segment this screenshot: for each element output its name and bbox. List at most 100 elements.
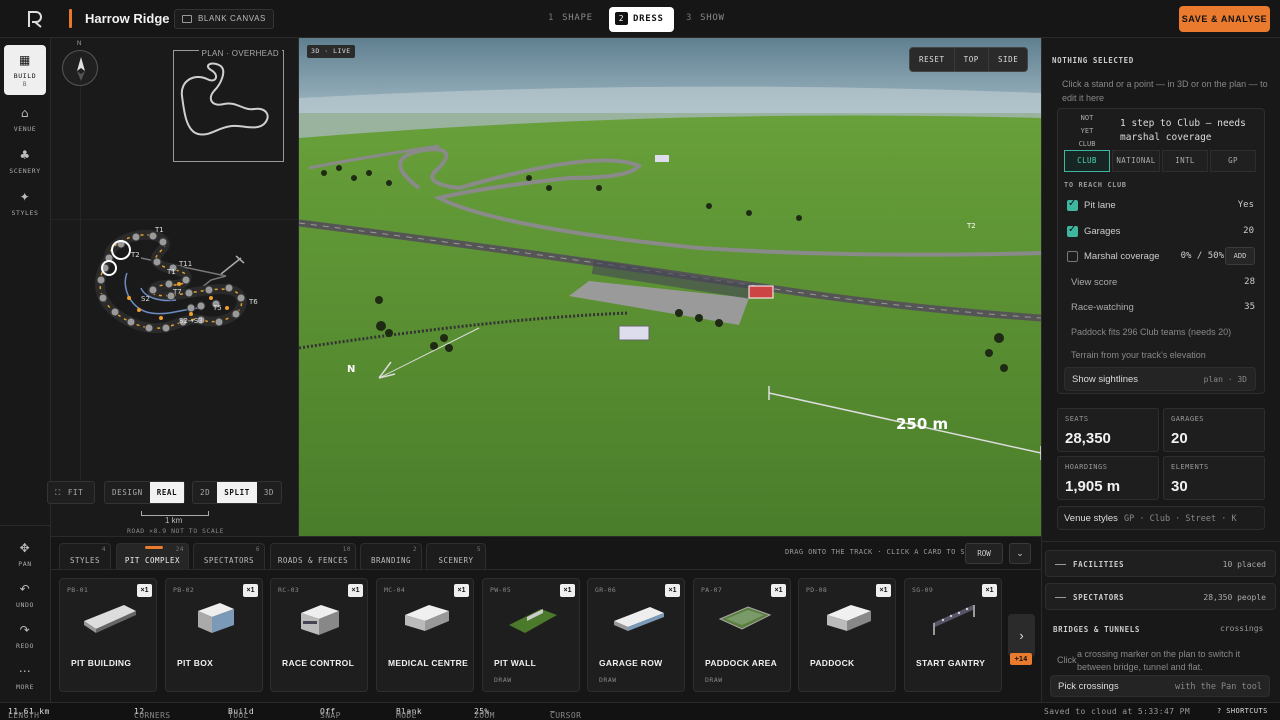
bridges-title: BRIDGES & TUNNELS xyxy=(1053,625,1140,634)
view-3d[interactable]: 3D xyxy=(257,482,281,503)
step-dress[interactable]: 2 DRESS xyxy=(609,7,674,32)
camera-top-button[interactable]: TOP xyxy=(955,48,989,71)
pit-lane-checkbox[interactable] xyxy=(1067,198,1078,211)
redo-icon: ↷ xyxy=(19,623,31,637)
turn-label: T1 xyxy=(154,226,164,234)
tab-styles[interactable]: 4 STYLES xyxy=(59,543,111,569)
start-gantry-thumb xyxy=(933,605,975,635)
card-medical-centre[interactable]: MC-04 ×1 MEDICAL CENTRE xyxy=(376,578,474,692)
sightlines-label: Show sightlines xyxy=(1072,374,1139,385)
rail-divider xyxy=(0,525,51,526)
score-race-watching: Race-watching 35 xyxy=(1071,302,1255,313)
scale-note: ROAD ×8.9 NOT TO SCALE xyxy=(127,527,225,535)
side-divider xyxy=(1041,541,1280,542)
turn-marker-3d: T2 xyxy=(966,222,976,230)
card-pit-building[interactable]: PB-01 ×1 PIT BUILDING xyxy=(59,578,157,692)
tray-hint: DRAG ONTO THE TRACK · CLICK A CARD TO ST… xyxy=(785,548,984,556)
camera-reset-button[interactable]: RESET xyxy=(910,48,955,71)
facilities-accordion[interactable]: FACILITIES 10 placed xyxy=(1045,550,1276,577)
project-name[interactable]: Harrow Ridge xyxy=(85,11,170,26)
tier-gp[interactable]: GP xyxy=(1210,150,1256,172)
add-marshal-button[interactable]: ADD xyxy=(1225,247,1255,265)
render-mode-toggle[interactable]: DESIGN REAL xyxy=(104,481,186,504)
race-control-thumb xyxy=(301,605,339,635)
card-race-control[interactable]: RC-03 ×1 RACE CONTROL xyxy=(270,578,368,692)
check-garages: Garages 20 xyxy=(1084,226,1254,237)
card-pit-box[interactable]: PB-02 ×1 PIT BOX xyxy=(165,578,263,692)
status-saved: Saved to cloud at 5:33:47 PM xyxy=(1044,707,1191,716)
card-garage-row[interactable]: GR-06 ×1 GARAGE ROW DRAW xyxy=(587,578,685,692)
rail-styles[interactable]: ✦ STYLES xyxy=(4,182,46,232)
medical-centre-thumb xyxy=(405,605,449,631)
tier-club[interactable]: CLUB xyxy=(1064,150,1110,172)
tab-roads-fences[interactable]: 10 ROADS & FENCES xyxy=(270,543,356,569)
garages-checkbox[interactable] xyxy=(1067,224,1078,237)
turn-label: S2→S3 xyxy=(179,317,203,325)
tier-intl[interactable]: INTL xyxy=(1162,150,1208,172)
stat-seats: SEATS 28,350 xyxy=(1057,408,1159,452)
card-paddock-area[interactable]: PA-07 ×1 PADDOCK AREA DRAW xyxy=(693,578,791,692)
mode-design[interactable]: DESIGN xyxy=(105,482,150,503)
tab-pit-complex[interactable]: 24 PIT COMPLEX xyxy=(116,543,189,569)
step-shape[interactable]: 1 SHAPE xyxy=(548,13,593,23)
stat-garages: GARAGES 20 xyxy=(1163,408,1265,452)
compass[interactable] xyxy=(62,50,98,86)
tab-scenery[interactable]: 5 SCENERY xyxy=(426,543,486,569)
rail-build[interactable]: ▦ BUILD B xyxy=(4,45,46,95)
venue-styles-row[interactable]: Venue styles GP · Club · Street · K xyxy=(1057,506,1265,530)
status-length: LENGTH 11.61 km xyxy=(8,707,50,720)
rail-more[interactable]: ⋯ MORE xyxy=(4,656,46,706)
view-split[interactable]: SPLIT xyxy=(217,482,257,503)
overhead-minimap[interactable]: PLAN · OVERHEAD xyxy=(173,49,284,162)
chevron-right-icon[interactable]: › xyxy=(1008,614,1035,657)
row-button[interactable]: ROW xyxy=(965,543,1003,564)
shortcuts-button[interactable]: ? SHORTCUTS xyxy=(1217,707,1268,715)
plan-track-map[interactable]: T1 T2 T11 T1 T7 S2 T5 T6 S2→S3 xyxy=(91,218,266,358)
tier-national[interactable]: NATIONAL xyxy=(1112,150,1160,172)
plan-panel[interactable]: N PLAN · OVERHEAD T1 T2 T11 T1 T7 S2 T5 … xyxy=(47,38,299,536)
tool-rail: ▦ BUILD B ⌂ VENUE ♣ SCENERY ✦ STYLES ✥ PAN ↶ UN… xyxy=(0,38,51,702)
compass-n-label: N xyxy=(77,41,82,47)
card-pit-wall[interactable]: PW-05 ×1 PIT WALL DRAW xyxy=(482,578,580,692)
sightlines-hint: plan · 3D xyxy=(1203,375,1247,384)
venue-styles-value: GP · Club · Street · K xyxy=(1124,514,1237,524)
save-analyse-button[interactable]: SAVE & ANALYSE xyxy=(1179,6,1270,32)
chevron-down-icon[interactable]: ⌄ xyxy=(1009,543,1031,564)
tab-branding[interactable]: 2 BRANDING xyxy=(360,543,422,569)
app-logo-icon xyxy=(28,11,42,28)
pick-crossings-hint: with the Pan tool xyxy=(1175,682,1262,692)
check-marshal: Marshal coverage 0% / 50% xyxy=(1084,251,1224,262)
tab-spectators[interactable]: 6 SPECTATORS xyxy=(193,543,265,569)
status-bar: LENGTH 11.61 km CORNERS 12 TOOL Build SN… xyxy=(0,702,1280,720)
view-2d[interactable]: 2D xyxy=(193,482,217,503)
3d-viewport[interactable]: N 250 m T2 xyxy=(299,38,1041,536)
show-sightlines-button[interactable]: Show sightlines plan · 3D xyxy=(1064,367,1256,391)
compass-needle-icon xyxy=(77,57,85,81)
view-toggle[interactable]: 2D SPLIT 3D xyxy=(192,481,283,504)
status-mode: MODE Blank xyxy=(396,707,423,720)
canvas-icon xyxy=(182,15,192,23)
expand-icon: ⛶ xyxy=(55,488,61,497)
camera-side-button[interactable]: SIDE xyxy=(989,48,1027,71)
mode-real[interactable]: REAL xyxy=(149,482,185,503)
card-paddock[interactable]: PD-08 ×1 PADDOCK xyxy=(798,578,896,692)
check-pit-lane: Pit lane Yes xyxy=(1084,200,1254,211)
pick-crossings-button[interactable]: Pick crossings with the Pan tool xyxy=(1050,675,1270,697)
minimap-track xyxy=(180,62,269,136)
turn-label: T5 xyxy=(212,304,222,312)
marshal-checkbox[interactable] xyxy=(1067,251,1078,262)
blank-canvas-chip[interactable]: BLANK CANVAS xyxy=(174,9,274,29)
north-arrow-label: N xyxy=(347,364,355,375)
move-icon: ✥ xyxy=(19,541,31,555)
spectators-accordion[interactable]: SPECTATORS 28,350 people xyxy=(1045,583,1276,610)
undo-icon: ↶ xyxy=(19,582,31,596)
bridges-click: Click xyxy=(1057,655,1077,665)
scale-label: 1 km xyxy=(165,516,183,525)
step-show[interactable]: 3 SHOW xyxy=(686,13,725,23)
fit-button[interactable]: ⛶ FIT xyxy=(47,481,95,504)
chip-label: BLANK CANVAS xyxy=(198,14,266,23)
card-start-gantry[interactable]: SG-09 ×1 START GANTRY xyxy=(904,578,1002,692)
overhead-label: PLAN · OVERHEAD xyxy=(198,49,282,58)
terrain-note: Terrain from your track's elevation xyxy=(1071,350,1206,360)
turn-label: T1 xyxy=(166,268,176,276)
